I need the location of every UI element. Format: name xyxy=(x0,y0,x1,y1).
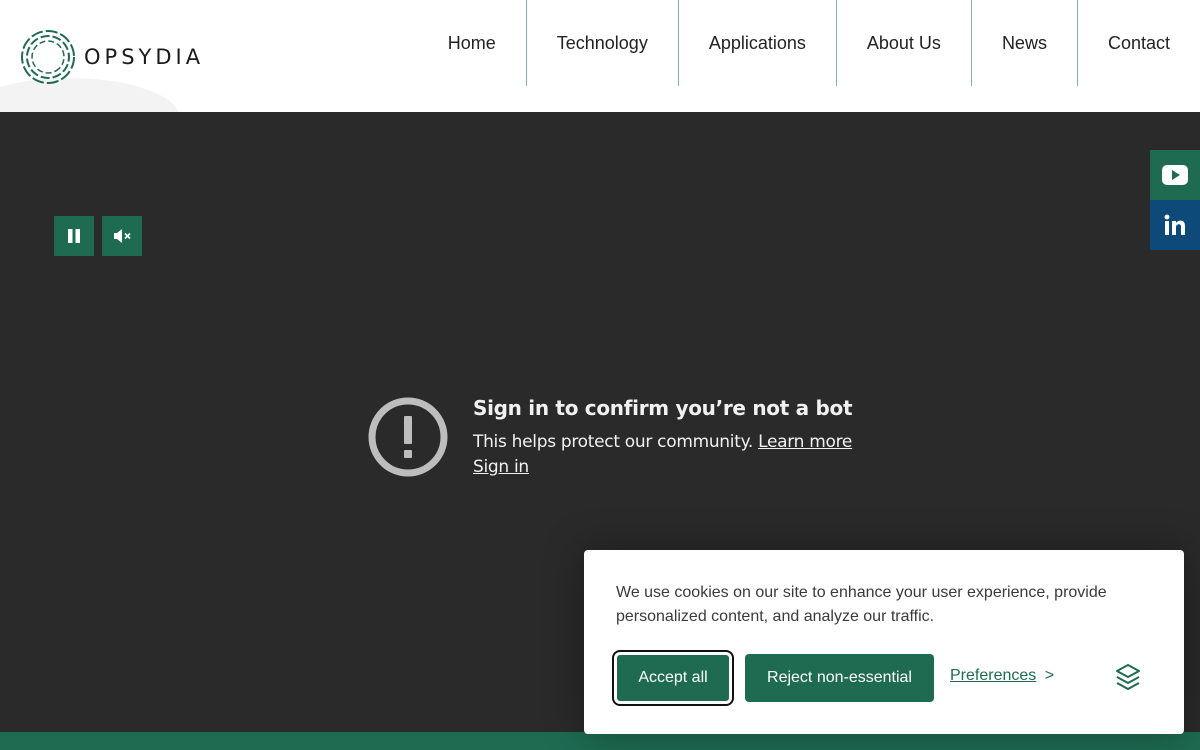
site-header: OPSYDIA Home Technology Applications Abo… xyxy=(0,0,1200,112)
learn-more-link[interactable]: Learn more xyxy=(758,432,852,452)
cookie-message: We use cookies on our site to enhance yo… xyxy=(616,584,1107,625)
reject-non-essential-button[interactable]: Reject non-essential xyxy=(745,654,934,702)
bot-check-title: Sign in to confirm you’re not a bot xyxy=(473,396,853,420)
bot-check-description-text: This helps protect our community. xyxy=(473,432,754,452)
sign-in-link[interactable]: Sign in xyxy=(473,457,529,477)
logo-text: OPSYDIA xyxy=(84,45,205,69)
nav-about-us[interactable]: About Us xyxy=(835,0,971,86)
linkedin-icon xyxy=(1164,214,1185,235)
linkedin-link[interactable] xyxy=(1150,200,1200,250)
nav-applications[interactable]: Applications xyxy=(677,0,836,86)
main-nav: Home Technology Applications About Us Ne… xyxy=(418,0,1200,86)
nav-news[interactable]: News xyxy=(970,0,1077,86)
nav-contact[interactable]: Contact xyxy=(1076,0,1200,86)
pause-icon xyxy=(68,229,80,243)
footer-band xyxy=(0,732,1200,750)
nav-technology[interactable]: Technology xyxy=(525,0,678,86)
preferences-label: Preferences xyxy=(950,667,1037,684)
pause-button[interactable] xyxy=(54,216,94,256)
mute-button[interactable] xyxy=(102,216,142,256)
site-logo[interactable]: OPSYDIA xyxy=(20,29,204,85)
volume-mute-icon xyxy=(114,229,131,243)
cookie-banner: We use cookies on our site to enhance yo… xyxy=(584,550,1184,734)
bot-check-description: This helps protect our community. Learn … xyxy=(473,432,852,452)
nav-home[interactable]: Home xyxy=(418,0,526,86)
alert-circle-icon xyxy=(368,397,448,477)
accept-all-button[interactable]: Accept all xyxy=(612,650,734,706)
youtube-icon xyxy=(1162,165,1188,185)
preferences-arrow: > xyxy=(1044,667,1055,684)
logo-ring-icon xyxy=(21,30,75,84)
preferences-link[interactable]: Preferences > xyxy=(950,667,1054,685)
youtube-link[interactable] xyxy=(1150,150,1200,200)
cookie-provider-logo-icon[interactable] xyxy=(1114,663,1142,691)
